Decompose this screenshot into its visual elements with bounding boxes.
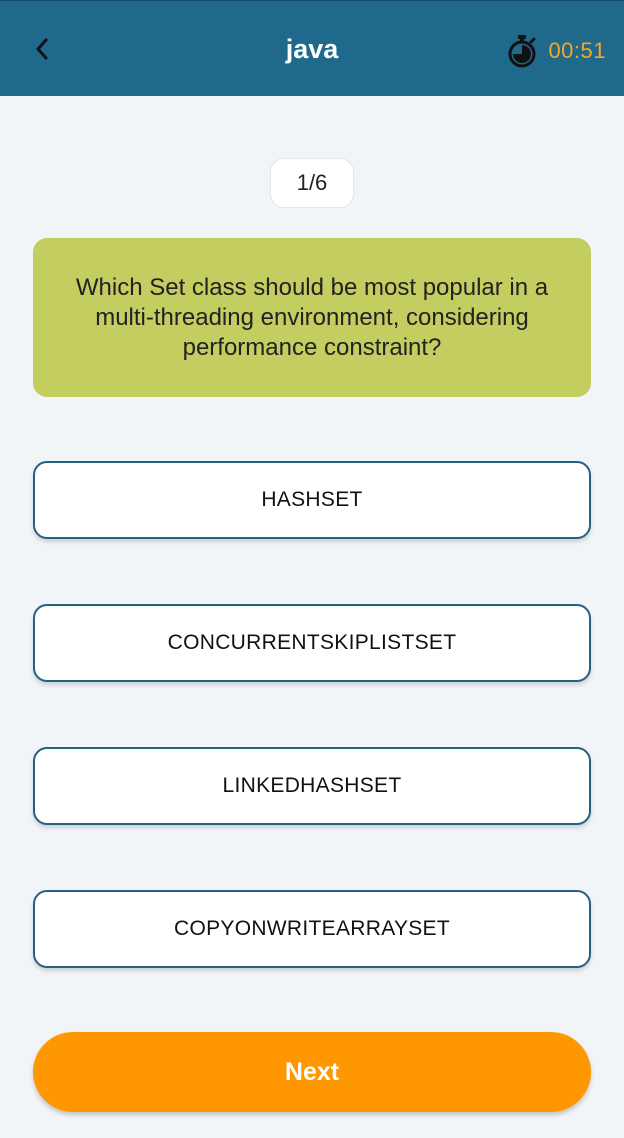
next-button[interactable]: Next: [33, 1032, 591, 1112]
top-app-bar: java 00:51: [0, 0, 624, 96]
question-counter: 1/6: [270, 158, 354, 208]
question-text: Which Set class should be most popular i…: [75, 273, 549, 361]
stopwatch-icon: [508, 35, 536, 68]
question-card: Which Set class should be most popular i…: [33, 238, 591, 397]
timer-text: 00:51: [548, 38, 606, 63]
timer: 00:51: [506, 31, 606, 71]
answer-option-linkedhashset[interactable]: LINKEDHASHSET: [33, 747, 591, 825]
answer-option-hashset[interactable]: HASHSET: [33, 461, 591, 539]
answer-option-copyonwritearrayset[interactable]: COPYONWRITEARRAYSET: [33, 890, 591, 968]
answer-option-concurrentskiplistset[interactable]: CONCURRENTSKIPLISTSET: [33, 604, 591, 682]
